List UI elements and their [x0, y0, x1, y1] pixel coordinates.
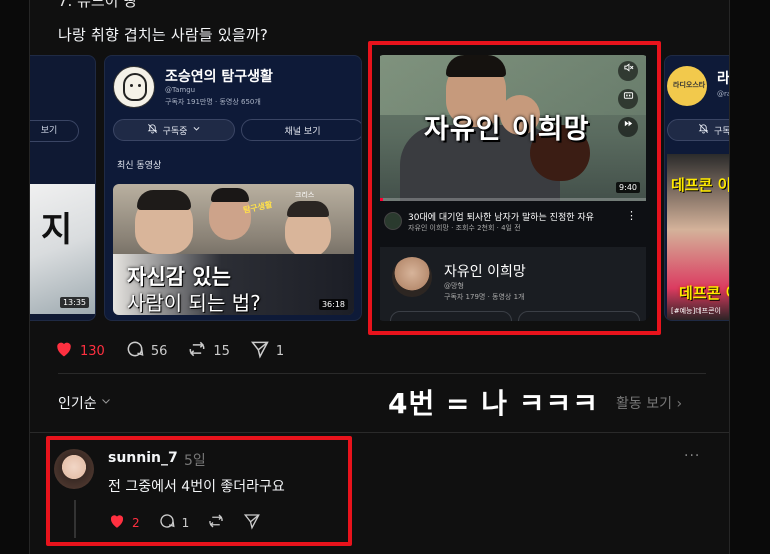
comment-count: 1	[181, 515, 190, 530]
video-duration: 13:35	[59, 297, 89, 308]
channel-meta: 구독자 179명 · 동영상 1개	[444, 293, 525, 301]
view-channel-button[interactable]	[518, 311, 640, 321]
thumbnail-title-line2: 사람이 되는 법?	[127, 291, 261, 315]
video-progress-bar[interactable]	[380, 198, 646, 201]
share-icon	[243, 512, 261, 533]
left-gutter	[0, 0, 29, 554]
avatar[interactable]	[54, 449, 94, 489]
divider	[58, 373, 706, 374]
thumbnail-tag-2: 크리스	[295, 191, 315, 199]
activity-label: 활동 보기	[616, 396, 672, 412]
channel-avatar[interactable]	[113, 66, 155, 108]
share-icon	[250, 339, 270, 363]
chevron-right-icon: ›	[676, 396, 683, 412]
like-count: 130	[80, 343, 105, 359]
divider	[30, 432, 729, 433]
bell-icon	[698, 123, 709, 137]
subscribed-button[interactable]: 구독중	[113, 119, 235, 141]
channel-name[interactable]: 라디	[717, 68, 729, 88]
view-button[interactable]: 보기	[30, 120, 79, 142]
video-duration: 36:18	[318, 299, 348, 310]
repost-icon	[207, 512, 225, 533]
reply-actions: 2 1	[108, 512, 279, 533]
comment-icon	[158, 512, 176, 533]
channel-card-freeman[interactable]: 자유인 이희망 9:40 30대에 대기업 퇴사한 남자가 말하는 진정한 자유…	[376, 55, 650, 321]
thumbnail-title-line1: 데프콘 이	[671, 176, 729, 194]
reply-timestamp: 5일	[184, 453, 206, 469]
channel-handle: @rac	[717, 90, 729, 98]
view-activity-link[interactable]: 활동 보기 ›	[616, 393, 682, 413]
video-player[interactable]: 자유인 이희망 9:40	[380, 55, 646, 201]
channel-avatar[interactable]	[392, 257, 432, 297]
video-thumbnail[interactable]: 데프콘 이 데프콘 이 [#예능]데프콘이	[667, 154, 729, 320]
channel-name[interactable]: 자유인 이희망	[444, 261, 526, 281]
sort-label: 인기순	[58, 396, 97, 412]
sort-dropdown[interactable]: 인기순	[58, 393, 112, 413]
more-icon[interactable]: ⋮	[626, 209, 637, 222]
channel-info-box: 자유인 이희망 @망형 구독자 179명 · 동영상 1개	[380, 247, 646, 321]
chevron-down-icon	[192, 124, 201, 136]
heart-icon	[108, 512, 126, 533]
thumbnail-text: 지	[41, 210, 73, 250]
right-gutter	[730, 0, 770, 554]
share-button[interactable]	[243, 512, 261, 533]
subscribe-button[interactable]	[390, 311, 512, 321]
comment-button[interactable]: 1	[158, 512, 190, 533]
video-overlay-title: 자유인 이희망	[424, 114, 590, 145]
reply-text: 전 그중에서 4번이 좋더라구요	[108, 479, 285, 495]
like-button[interactable]: 2	[108, 512, 140, 533]
repost-icon	[187, 339, 207, 363]
share-count: 1	[275, 343, 285, 359]
feed-border-right	[729, 0, 730, 554]
avatar-logo-text: 라디오스타	[673, 81, 706, 89]
video-thumbnail[interactable]: 탐구생활 크리스 자신감 있는 사람이 되는 법? 36:18	[113, 184, 354, 315]
comment-icon	[125, 339, 145, 363]
repost-button[interactable]	[207, 512, 225, 533]
channel-card-tamgu[interactable]: 조승연의 탐구생활 @Tamgu 구독자 191만명 · 동영상 650개 구독…	[104, 55, 362, 321]
mute-icon[interactable]	[618, 61, 638, 81]
post-heading-partial: 7. 유느이 땅	[58, 0, 138, 10]
view-channel-button[interactable]: 채널 보기	[241, 119, 361, 141]
more-options-icon[interactable]: ···	[684, 448, 700, 464]
channel-card-partial-right[interactable]: 라디오스타 라디 @rac 구독중 데프콘 이 데프콘 이 [#예능]데프콘이	[664, 55, 729, 321]
subscribed-label: 구독중	[714, 126, 729, 137]
video-thumbnail[interactable]: 지 13:35	[30, 184, 95, 314]
channel-avatar[interactable]: 라디오스타	[667, 66, 707, 106]
post-text: 나랑 취향 겹치는 사람들 있을까?	[58, 26, 269, 44]
video-title[interactable]: 30대에 대기업 퇴사한 남자가 말하는 진정한 자유	[408, 210, 594, 223]
repost-button[interactable]: 15	[187, 339, 230, 363]
channel-mini-avatar	[384, 212, 402, 230]
post-actions: 130 56 15 1	[54, 340, 304, 362]
thumbnail-caption: [#예능]데프콘이	[671, 307, 721, 315]
bell-icon	[147, 123, 158, 137]
like-button[interactable]: 130	[54, 339, 105, 363]
thread-line	[74, 500, 76, 538]
comment-button[interactable]: 56	[125, 339, 168, 363]
repost-count: 15	[213, 343, 230, 359]
reply-username[interactable]: sunnin_7	[108, 450, 178, 466]
next-icon[interactable]	[618, 117, 638, 137]
channel-meta: 구독자 191만명 · 동영상 650개	[165, 98, 261, 106]
latest-videos-label: 최신 동영상	[117, 161, 162, 171]
subscribed-label: 구독중	[162, 126, 188, 137]
chevron-down-icon	[100, 395, 112, 411]
channel-handle: @망형	[444, 282, 464, 290]
channel-name[interactable]: 조승연의 탐구생활	[165, 66, 273, 86]
comment-count: 56	[150, 343, 168, 359]
video-meta: 자유인 이희망 · 조회수 2천회 · 4일 전	[408, 224, 521, 232]
overlay-annotation: 4번 = 나 ㅋㅋㅋ	[388, 387, 599, 420]
captions-icon[interactable]	[618, 89, 638, 109]
subscribed-button[interactable]: 구독중	[667, 119, 729, 141]
thumbnail-title-line2: 데프콘 이	[679, 284, 729, 302]
channel-card-partial-left[interactable]: 보기 지 13:35	[30, 55, 96, 321]
heart-icon	[54, 339, 74, 363]
share-button[interactable]: 1	[250, 339, 284, 363]
channel-handle: @Tamgu	[165, 86, 196, 94]
like-count: 2	[132, 515, 140, 530]
video-duration: 9:40	[616, 182, 640, 193]
media-carousel[interactable]: 보기 지 13:35 조승연의 탐구생활 @Tamgu 구독자 191만명 · …	[30, 55, 729, 325]
